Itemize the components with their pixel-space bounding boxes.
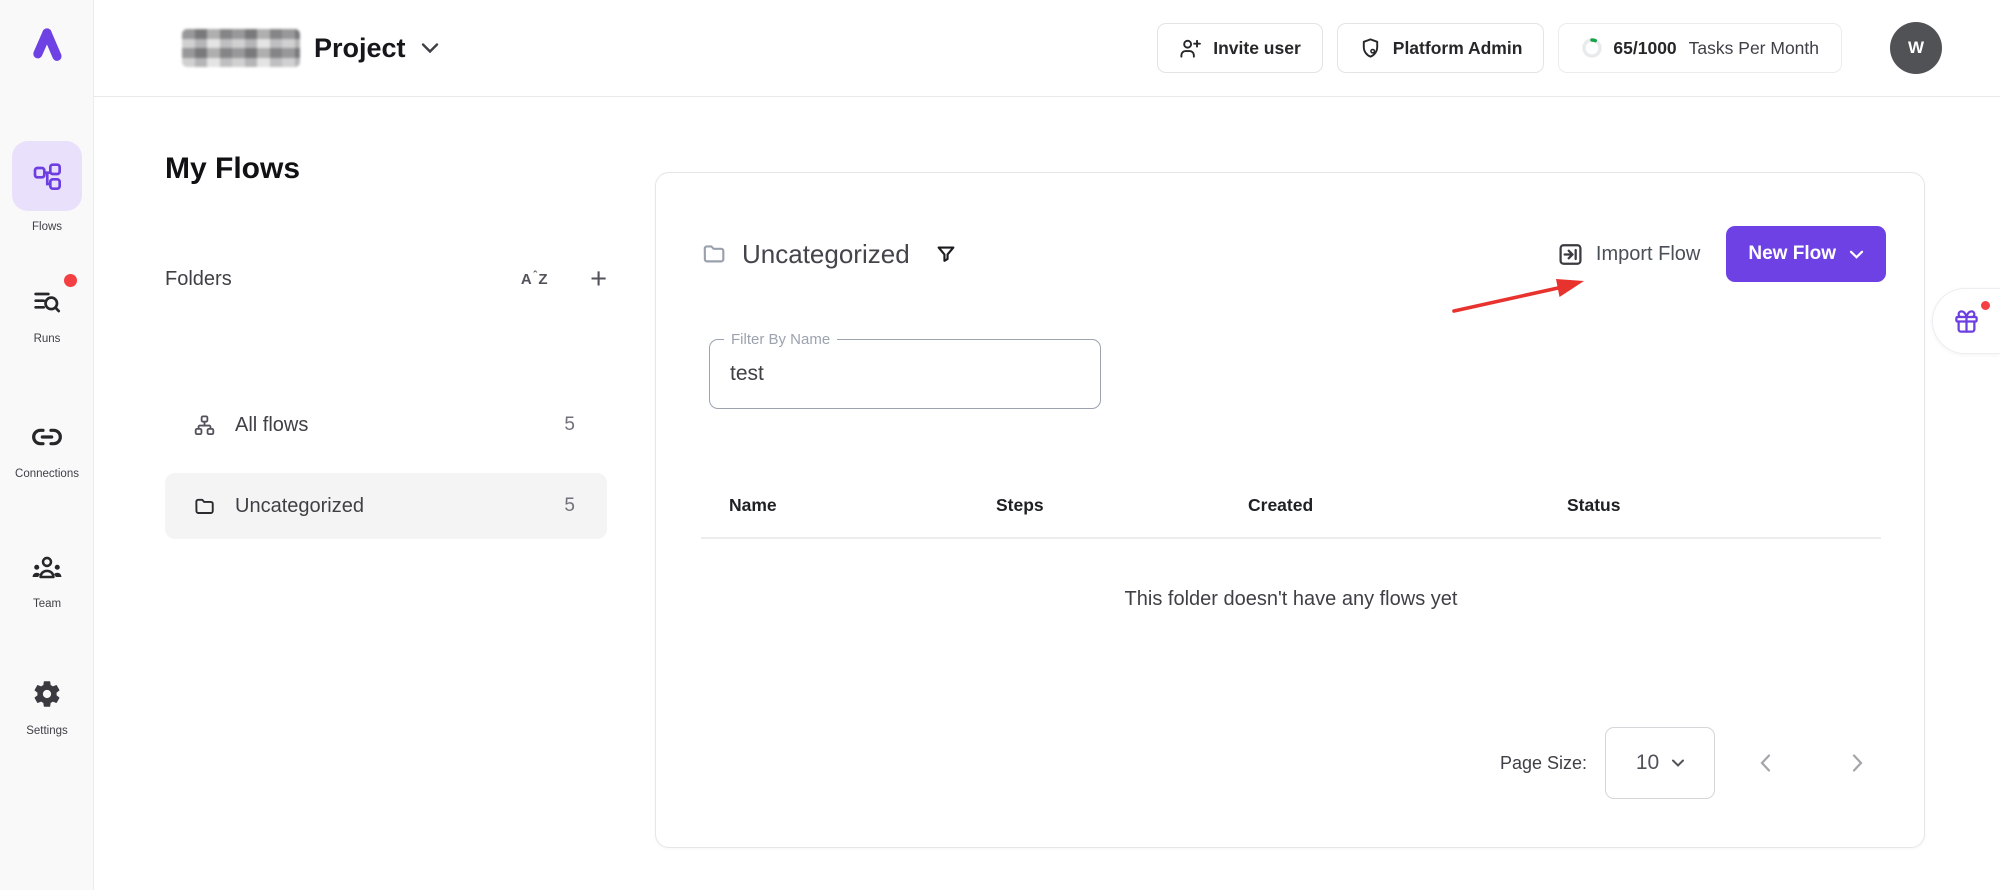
sidebar-item-label: Runs bbox=[34, 333, 61, 345]
users-icon bbox=[31, 551, 63, 583]
gear-icon bbox=[31, 678, 63, 710]
flows-table: Name Steps Created Status bbox=[701, 473, 1881, 539]
gift-icon bbox=[1953, 308, 1980, 335]
sidebar-item-team[interactable]: Team bbox=[0, 545, 94, 610]
add-folder-button[interactable]: + bbox=[590, 266, 607, 292]
project-selector[interactable]: Project bbox=[182, 29, 440, 67]
tasks-usage-badge[interactable]: 65/1000 Tasks Per Month bbox=[1558, 23, 1842, 73]
sidebar-item-runs[interactable]: Runs bbox=[0, 280, 94, 345]
page-size-select[interactable]: 10 bbox=[1605, 727, 1715, 799]
folder-row-all-flows[interactable]: All flows 5 bbox=[165, 392, 607, 458]
folder-row-count: 5 bbox=[564, 495, 585, 517]
platform-admin-button[interactable]: Platform Admin bbox=[1337, 23, 1545, 73]
new-flow-button[interactable]: New Flow bbox=[1726, 226, 1886, 282]
tasks-usage-caption: Tasks Per Month bbox=[1689, 38, 1819, 59]
folder-row-label: Uncategorized bbox=[235, 495, 364, 518]
project-label: Project bbox=[314, 33, 406, 64]
invite-user-button[interactable]: Invite user bbox=[1157, 23, 1323, 73]
folders-label: Folders bbox=[165, 268, 232, 291]
column-header-status: Status bbox=[1539, 495, 1881, 516]
sidebar-item-settings[interactable]: Settings bbox=[0, 672, 94, 737]
column-header-name: Name bbox=[701, 495, 968, 516]
runs-search-icon bbox=[31, 286, 63, 318]
new-flow-label: New Flow bbox=[1748, 243, 1836, 265]
sidebar-item-label: Connections bbox=[15, 468, 79, 480]
notification-dot bbox=[64, 274, 77, 287]
import-flow-button[interactable]: Import Flow bbox=[1557, 241, 1700, 268]
import-icon bbox=[1557, 241, 1584, 268]
rewards-gift-button[interactable] bbox=[1932, 288, 2000, 354]
sidebar-item-label: Team bbox=[33, 598, 61, 610]
folder-row-count: 5 bbox=[564, 414, 585, 436]
card-title: Uncategorized bbox=[742, 239, 910, 270]
page-size-value: 10 bbox=[1636, 751, 1659, 775]
sort-a: A bbox=[521, 271, 532, 288]
hierarchy-icon bbox=[193, 414, 216, 437]
sidebar-item-label: Settings bbox=[26, 725, 68, 737]
next-page-button[interactable] bbox=[1835, 741, 1879, 785]
link-icon bbox=[31, 421, 63, 453]
workflow-icon bbox=[31, 160, 63, 192]
page-size-label: Page Size: bbox=[1500, 753, 1587, 774]
sidebar-item-flows[interactable]: Flows bbox=[0, 141, 94, 233]
invite-user-label: Invite user bbox=[1213, 38, 1301, 59]
platform-admin-label: Platform Admin bbox=[1393, 38, 1523, 59]
folder-row-uncategorized[interactable]: Uncategorized 5 bbox=[165, 473, 607, 539]
folder-icon bbox=[701, 241, 727, 267]
chevron-down-icon bbox=[1849, 250, 1864, 259]
sort-alpha-button[interactable]: AˆZ bbox=[521, 270, 548, 288]
sidebar-item-connections[interactable]: Connections bbox=[0, 415, 94, 480]
column-header-steps: Steps bbox=[968, 495, 1220, 516]
column-header-created: Created bbox=[1220, 495, 1539, 516]
dropdown-arrow-icon bbox=[1672, 759, 1684, 767]
user-avatar[interactable]: W bbox=[1890, 22, 1942, 74]
folders-header: Folders AˆZ + bbox=[165, 266, 607, 292]
project-name-redacted bbox=[182, 29, 300, 67]
notification-dot bbox=[1981, 301, 1990, 310]
previous-page-button[interactable] bbox=[1743, 741, 1787, 785]
sidebar-item-label: Flows bbox=[32, 221, 62, 233]
filter-by-name-field: Filter By Name bbox=[709, 339, 1101, 409]
chevron-down-icon bbox=[420, 42, 440, 54]
import-flow-label: Import Flow bbox=[1596, 243, 1700, 266]
top-header: Project Invite user bbox=[94, 0, 2000, 97]
page-title: My Flows bbox=[165, 152, 300, 186]
activepieces-logo[interactable] bbox=[0, 22, 94, 64]
sidebar: Flows Runs Connection bbox=[0, 0, 94, 890]
sort-z: Z bbox=[538, 271, 548, 288]
folder-icon bbox=[193, 495, 216, 518]
filter-by-name-input[interactable] bbox=[730, 341, 1080, 407]
tasks-usage-value: 65/1000 bbox=[1613, 38, 1676, 59]
filter-funnel-icon[interactable] bbox=[935, 243, 957, 265]
shield-icon bbox=[1359, 37, 1382, 60]
progress-ring-icon bbox=[1581, 37, 1603, 59]
folder-row-label: All flows bbox=[235, 414, 308, 437]
flows-card: Uncategorized Import Flow New Flow bbox=[655, 172, 1925, 848]
empty-state-message: This folder doesn't have any flows yet bbox=[701, 588, 1881, 611]
pagination: Page Size: 10 bbox=[1500, 723, 1879, 803]
user-plus-icon bbox=[1179, 37, 1202, 60]
sort-caret-icon: ˆ bbox=[533, 270, 537, 282]
